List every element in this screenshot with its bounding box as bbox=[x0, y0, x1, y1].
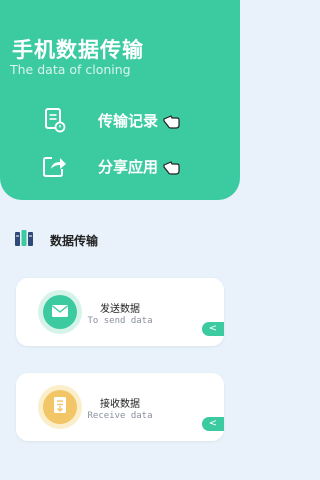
app-subtitle: The data of cloning bbox=[10, 62, 131, 77]
section-header: 数据传输 bbox=[14, 229, 98, 251]
header: 手机数据传输 The data of cloning 传输记录 分享应用 bbox=[0, 0, 240, 200]
pointing-hand-icon bbox=[162, 112, 180, 134]
pointing-hand-icon bbox=[162, 158, 180, 180]
card-arrow-tab[interactable]: < bbox=[202, 322, 224, 336]
menu-label: 传输记录 bbox=[98, 111, 159, 130]
card-title: 接收数据 bbox=[100, 399, 140, 410]
card-arrow-tab[interactable]: < bbox=[202, 417, 224, 431]
document-clock-icon bbox=[40, 105, 70, 135]
receive-data-card[interactable]: 接收数据 Receive data < bbox=[16, 373, 224, 441]
menu-label: 分享应用 bbox=[98, 157, 159, 176]
app-title: 手机数据传输 bbox=[12, 38, 144, 62]
menu-transfer-record[interactable]: 传输记录 bbox=[40, 100, 210, 140]
card-subtitle: To send data bbox=[87, 316, 153, 326]
send-data-card[interactable]: 发送数据 To send data < bbox=[16, 278, 224, 346]
books-icon bbox=[14, 229, 36, 251]
card-title: 发送数据 bbox=[100, 304, 140, 315]
menu-share-app[interactable]: 分享应用 bbox=[40, 146, 210, 186]
card-subtitle: Receive data bbox=[87, 411, 153, 421]
section-title: 数据传输 bbox=[50, 233, 99, 248]
share-icon bbox=[40, 151, 70, 181]
